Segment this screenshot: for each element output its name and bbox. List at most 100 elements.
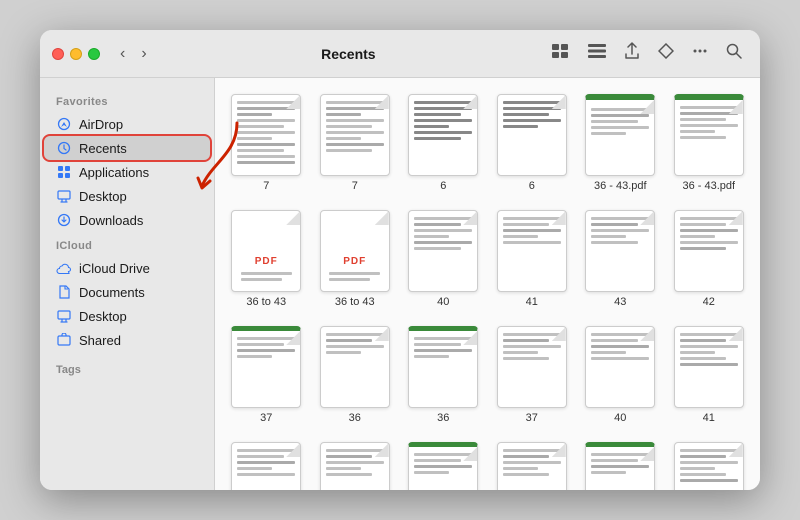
file-label: 41	[703, 412, 715, 424]
file-thumbnail	[497, 94, 567, 176]
file-thumbnail: PDF	[320, 210, 390, 292]
file-thumbnail	[408, 326, 478, 408]
list-item[interactable]: 6	[491, 90, 574, 196]
file-thumbnail	[320, 94, 390, 176]
list-item[interactable]: 7	[225, 90, 308, 196]
list-item[interactable]: 6	[402, 90, 485, 196]
file-label: 36 to 43	[246, 296, 286, 308]
traffic-lights	[52, 48, 100, 60]
file-label: 37	[526, 412, 538, 424]
list-item[interactable]: 42	[668, 206, 751, 312]
downloads-icon	[56, 212, 72, 228]
sidebar-item-airdrop-label: AirDrop	[79, 117, 123, 132]
shared-icon	[56, 332, 72, 348]
sidebar-item-shared-label: Shared	[79, 333, 121, 348]
desktop2-icon	[56, 308, 72, 324]
search-button[interactable]	[720, 39, 748, 68]
file-label: 36	[437, 412, 449, 424]
list-item[interactable]: 36	[402, 322, 485, 428]
list-item[interactable]: 39	[668, 438, 751, 490]
file-label: 40	[614, 412, 626, 424]
list-item[interactable]: 41	[668, 322, 751, 428]
file-label: 43	[614, 296, 626, 308]
file-label: 36 to 43	[335, 296, 375, 308]
more-button[interactable]	[686, 39, 714, 68]
icloud-icon	[56, 260, 72, 276]
minimize-button[interactable]	[70, 48, 82, 60]
file-thumbnail	[497, 442, 567, 490]
toolbar-actions	[546, 38, 748, 69]
sidebar-item-shared[interactable]: Shared	[44, 328, 210, 352]
forward-button[interactable]: ›	[137, 43, 150, 65]
share-button[interactable]	[618, 38, 646, 69]
sidebar-item-downloads[interactable]: Downloads	[44, 208, 210, 232]
list-item[interactable]: 36 - 43.pdf	[668, 90, 751, 196]
file-thumbnail	[408, 210, 478, 292]
finder-window: ‹ › Recents	[40, 30, 760, 490]
sidebar-item-desktop-icloud[interactable]: Desktop	[44, 304, 210, 328]
list-item[interactable]: 36	[314, 322, 397, 428]
sidebar-item-icloud-drive[interactable]: iCloud Drive	[44, 256, 210, 280]
list-item[interactable]: 42	[225, 438, 308, 490]
file-thumbnail	[585, 94, 655, 176]
list-item[interactable]: 7	[314, 90, 397, 196]
sidebar-item-icloud-drive-label: iCloud Drive	[79, 261, 150, 276]
list-item[interactable]: 38	[402, 438, 485, 490]
sidebar-item-recents-label: Recents	[79, 141, 127, 156]
list-item[interactable]: 41	[491, 206, 574, 312]
sidebar-item-downloads-label: Downloads	[79, 213, 143, 228]
sidebar-item-applications-label: Applications	[79, 165, 149, 180]
tag-button[interactable]	[652, 39, 680, 68]
file-thumbnail	[231, 94, 301, 176]
list-item[interactable]: 37	[225, 322, 308, 428]
file-label: 37	[260, 412, 272, 424]
list-item[interactable]: 40	[402, 206, 485, 312]
applications-icon	[56, 164, 72, 180]
file-label: 6	[529, 180, 535, 192]
file-thumbnail	[320, 326, 390, 408]
file-label: 7	[352, 180, 358, 192]
view-list-button[interactable]	[582, 40, 612, 67]
file-thumbnail	[320, 442, 390, 490]
file-thumbnail	[231, 326, 301, 408]
file-label: 40	[437, 296, 449, 308]
file-thumbnail	[497, 210, 567, 292]
list-item[interactable]: PDF 36 to 43	[225, 206, 308, 312]
list-item[interactable]: 39	[491, 438, 574, 490]
file-label: 36 - 43.pdf	[682, 180, 735, 192]
documents-icon	[56, 284, 72, 300]
list-item[interactable]: 36 - 43.pdf	[579, 90, 662, 196]
sidebar-item-documents[interactable]: Documents	[44, 280, 210, 304]
fullscreen-button[interactable]	[88, 48, 100, 60]
view-grid-button[interactable]	[546, 40, 576, 67]
sidebar-item-airdrop[interactable]: AirDrop	[44, 112, 210, 136]
list-item[interactable]: 37	[491, 322, 574, 428]
list-item[interactable]: PDF 36 to 43	[314, 206, 397, 312]
file-grid: 7 7	[225, 90, 750, 490]
sidebar-item-applications[interactable]: Applications	[44, 160, 210, 184]
file-thumbnail	[674, 94, 744, 176]
titlebar: ‹ › Recents	[40, 30, 760, 78]
close-button[interactable]	[52, 48, 64, 60]
file-thumbnail	[674, 442, 744, 490]
back-button[interactable]: ‹	[116, 43, 129, 65]
file-label: 36 - 43.pdf	[594, 180, 647, 192]
file-thumbnail	[231, 442, 301, 490]
list-item[interactable]: 43	[314, 438, 397, 490]
favorites-label: Favorites	[40, 88, 214, 112]
sidebar-item-recents[interactable]: Recents	[44, 136, 210, 160]
file-thumbnail: PDF	[231, 210, 301, 292]
file-thumbnail	[585, 442, 655, 490]
sidebar-item-documents-label: Documents	[79, 285, 145, 300]
file-thumbnail	[497, 326, 567, 408]
file-thumbnail	[585, 326, 655, 408]
list-item[interactable]: 43	[579, 206, 662, 312]
sidebar-item-desktop[interactable]: Desktop	[44, 184, 210, 208]
list-item[interactable]: 38	[579, 438, 662, 490]
list-item[interactable]: 40	[579, 322, 662, 428]
file-label: 6	[440, 180, 446, 192]
desktop-icon	[56, 188, 72, 204]
file-label: 42	[703, 296, 715, 308]
window-title: Recents	[159, 46, 538, 62]
file-label: 36	[349, 412, 361, 424]
